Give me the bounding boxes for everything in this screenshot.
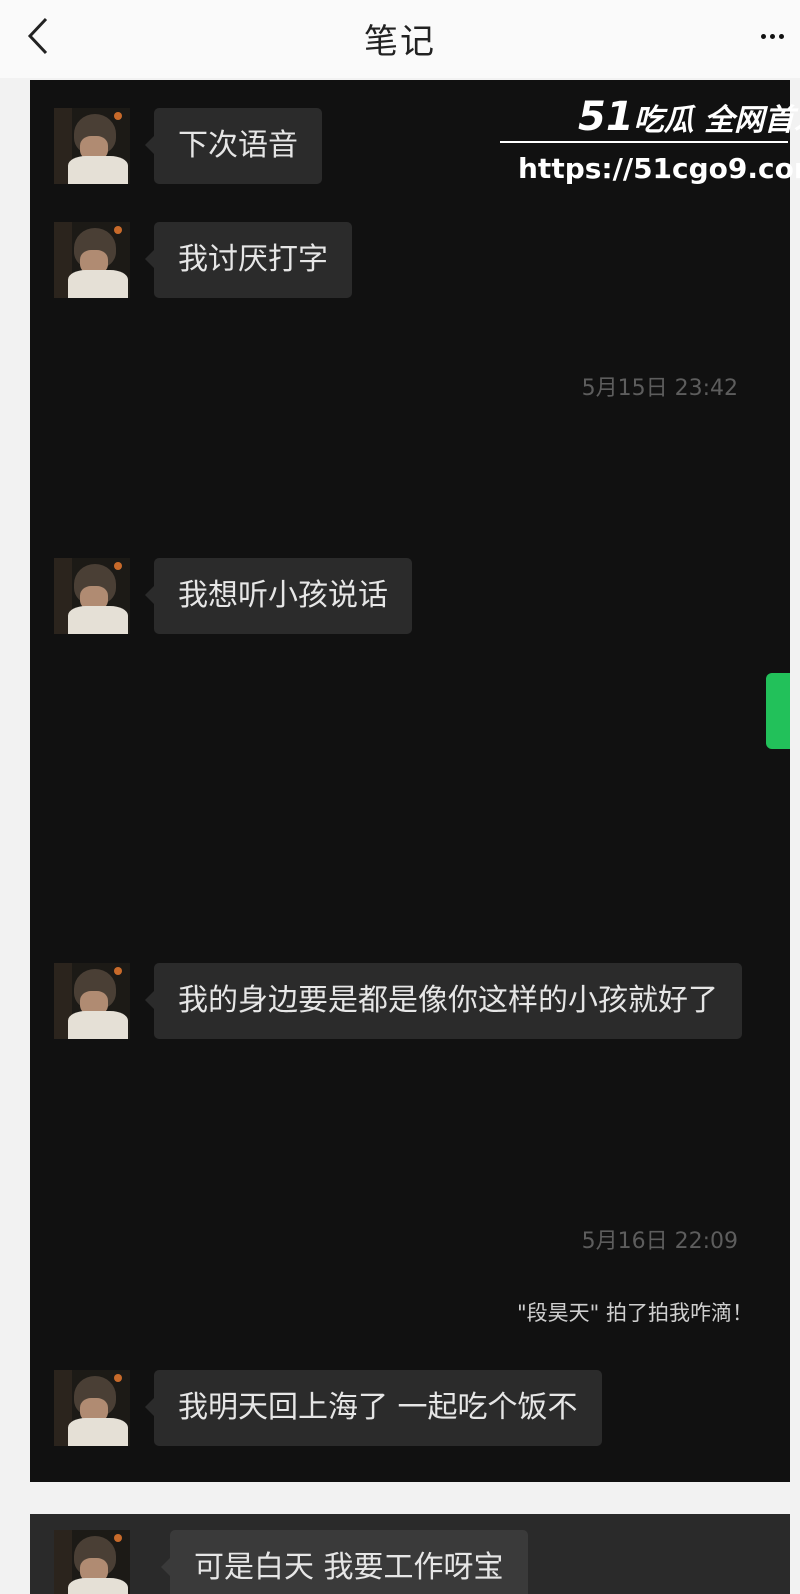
chat-message: 下次语音: [54, 108, 322, 184]
pat-notice: "段昊天" 拍了拍我咋滴！: [517, 1301, 753, 1325]
watermark-logo-text: 吃瓜 全网首发: [633, 103, 800, 138]
more-button[interactable]: [748, 18, 796, 54]
more-dots-icon: [760, 33, 766, 39]
message-bubble[interactable]: 我的身边要是都是像你这样的小孩就好了: [145, 963, 742, 1039]
message-bubble[interactable]: 我讨厌打字: [145, 222, 352, 298]
message-bubble[interactable]: 可是白天 我要工作呀宝: [161, 1530, 528, 1594]
avatar: [54, 222, 130, 298]
message-bubble[interactable]: 下次语音: [145, 108, 322, 184]
timestamp: 5月16日 22:09: [581, 1229, 738, 1254]
watermark-logo-number: 51: [578, 94, 634, 140]
chat-message: 我明天回上海了 一起吃个饭不: [54, 1370, 602, 1446]
avatar: [54, 1530, 130, 1594]
chat-message: 我的身边要是都是像你这样的小孩就好了: [54, 963, 742, 1039]
watermark-divider: [500, 141, 788, 143]
avatar: [54, 1370, 130, 1446]
avatar: [54, 963, 130, 1039]
chat-screenshot: 下次语音 我讨厌打字 5月15日 23:42 我想听小孩说话 我的身边要是都是像…: [30, 80, 790, 1482]
avatar: [54, 108, 130, 184]
page-title: 笔记: [364, 22, 436, 62]
top-bar: 笔记: [0, 0, 800, 78]
timestamp: 5月15日 23:42: [581, 376, 738, 401]
chat-message: 我讨厌打字: [54, 222, 352, 298]
outgoing-bubble-edge: [766, 673, 790, 749]
watermark-logo: 51吃瓜 全网首发: [578, 94, 800, 140]
message-bubble[interactable]: 我想听小孩说话: [145, 558, 412, 634]
watermark-url: https://51cgo9.com: [518, 152, 800, 185]
message-bubble[interactable]: 我明天回上海了 一起吃个饭不: [145, 1370, 602, 1446]
chat-screenshot-2: 可是白天 我要工作呀宝: [30, 1514, 790, 1594]
avatar: [54, 558, 130, 634]
chat-message: 我想听小孩说话: [54, 558, 412, 634]
